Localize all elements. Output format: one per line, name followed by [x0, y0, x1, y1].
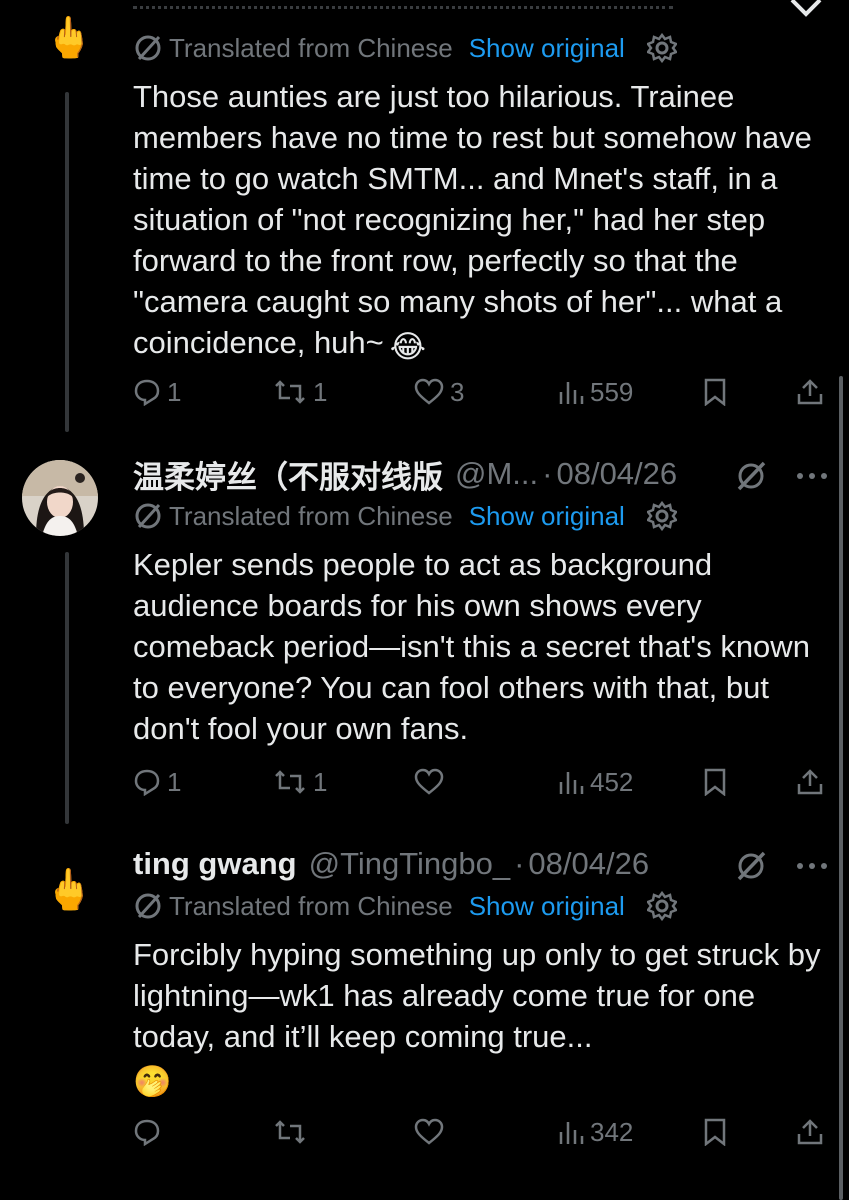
tweet-2-content: 温柔婷丝（不服对线版 @M... · 08/04/26 Translated f…: [133, 452, 829, 749]
header-actions: [733, 848, 829, 884]
tweet-text: Forcibly hyping something up only to get…: [133, 934, 823, 1102]
tweet-1[interactable]: 🖕 Translated from Chinese Show original …: [0, 0, 849, 440]
share-button[interactable]: [796, 378, 824, 406]
separator: ·: [514, 846, 525, 881]
show-original-link[interactable]: Show original: [469, 891, 625, 922]
translation-row: Translated from Chinese Show original: [133, 496, 829, 536]
reply-count: 1: [167, 766, 182, 797]
reply-button[interactable]: [133, 1118, 167, 1146]
like-button[interactable]: [414, 768, 450, 796]
reply-button[interactable]: 1: [133, 377, 181, 408]
reply-button[interactable]: 1: [133, 767, 181, 798]
more-icon[interactable]: [795, 471, 829, 481]
translation-row: Translated from Chinese Show original: [133, 28, 829, 68]
middle-finger-icon: 🖕: [44, 15, 94, 61]
reply-count: 1: [167, 376, 182, 407]
display-name[interactable]: ting gwang: [133, 846, 297, 882]
views-button[interactable]: 559: [558, 377, 633, 408]
tweet-1-content: Translated from Chinese Show original Th…: [133, 28, 829, 367]
middle-finger-icon: 🖕: [44, 867, 94, 913]
scrollbar[interactable]: [839, 376, 843, 1200]
bookmark-icon: [704, 768, 726, 796]
header-actions: [733, 458, 829, 494]
tweet-3[interactable]: 🖕 ting gwang @TingTingbo_ · 08/04/26 Tra…: [0, 832, 849, 1200]
user-handle[interactable]: @M...: [455, 456, 538, 492]
tweet-header: 温柔婷丝（不服对线版 @M... · 08/04/26: [133, 452, 829, 496]
show-original-link[interactable]: Show original: [469, 501, 625, 532]
views-button[interactable]: 342: [558, 1117, 633, 1148]
like-button[interactable]: [414, 1118, 450, 1146]
avatar[interactable]: [22, 460, 98, 536]
hand-over-mouth-emoji: 🤭: [133, 1064, 172, 1099]
translated-label: Translated from Chinese: [169, 32, 453, 63]
bookmark-icon: [704, 1118, 726, 1146]
translate-icon: [133, 501, 163, 531]
reply-icon: [134, 379, 160, 406]
bookmark-button[interactable]: [702, 1118, 728, 1146]
bookmark-button[interactable]: [702, 768, 728, 796]
translated-label: Translated from Chinese: [169, 500, 453, 531]
settings-icon[interactable]: [646, 501, 677, 531]
repost-button[interactable]: 1: [273, 767, 327, 798]
show-original-link[interactable]: Show original: [469, 33, 625, 64]
like-icon: [414, 378, 444, 405]
like-button[interactable]: 3: [414, 377, 464, 408]
tweet-text: Kepler sends people to act as background…: [133, 547, 810, 746]
separator: ·: [542, 456, 553, 491]
view-count: 452: [590, 766, 634, 797]
view-count: 559: [590, 376, 634, 407]
post-date[interactable]: 08/04/26: [528, 846, 649, 882]
view-count: 342: [590, 1116, 634, 1147]
bookmark-icon: [704, 378, 726, 406]
share-icon: [797, 769, 823, 795]
views-icon: [559, 382, 584, 404]
tweet-3-content: ting gwang @TingTingbo_ · 08/04/26 Trans…: [133, 842, 829, 1102]
grok-icon[interactable]: [733, 848, 769, 884]
tweet-header: ting gwang @TingTingbo_ · 08/04/26: [133, 842, 829, 886]
tweet-2[interactable]: 温柔婷丝（不服对线版 @M... · 08/04/26 Translated f…: [0, 440, 849, 832]
views-button[interactable]: 452: [558, 767, 633, 798]
share-icon: [797, 1119, 823, 1145]
bookmark-button[interactable]: [702, 378, 728, 406]
laughing-emoji: 😂: [389, 329, 427, 364]
translated-label: Translated from Chinese: [169, 890, 453, 921]
tweet-2-actions: 1 1 452: [0, 762, 849, 802]
more-icon[interactable]: [795, 861, 829, 871]
translate-icon: [133, 33, 163, 63]
share-icon: [797, 379, 823, 405]
tweet-text: Those aunties are just too hilarious. Tr…: [133, 76, 823, 367]
settings-icon[interactable]: [646, 891, 677, 921]
reply-icon: [134, 1119, 160, 1146]
repost-icon: [275, 1120, 305, 1144]
tweet-3-actions: 342: [0, 1112, 849, 1152]
translate-icon: [133, 891, 163, 921]
settings-icon[interactable]: [646, 33, 677, 63]
repost-count: 1: [313, 766, 328, 797]
reply-icon: [134, 769, 160, 796]
repost-button[interactable]: [273, 1118, 313, 1146]
post-date[interactable]: 08/04/26: [556, 456, 677, 492]
translation-row: Translated from Chinese Show original: [133, 886, 829, 926]
views-icon: [559, 1122, 584, 1144]
share-button[interactable]: [796, 1118, 824, 1146]
repost-button[interactable]: 1: [273, 377, 327, 408]
repost-count: 1: [313, 376, 328, 407]
share-button[interactable]: [796, 768, 824, 796]
views-icon: [559, 772, 584, 794]
like-count: 3: [450, 376, 465, 407]
repost-icon: [275, 770, 305, 794]
repost-icon: [275, 380, 305, 404]
tweet-1-actions: 1 1 3 559: [0, 372, 849, 412]
display-name[interactable]: 温柔婷丝（不服对线版: [133, 452, 443, 497]
user-handle[interactable]: @TingTingbo_: [309, 846, 511, 882]
like-icon: [414, 1118, 444, 1145]
grok-icon[interactable]: [733, 458, 769, 494]
like-icon: [414, 768, 444, 795]
